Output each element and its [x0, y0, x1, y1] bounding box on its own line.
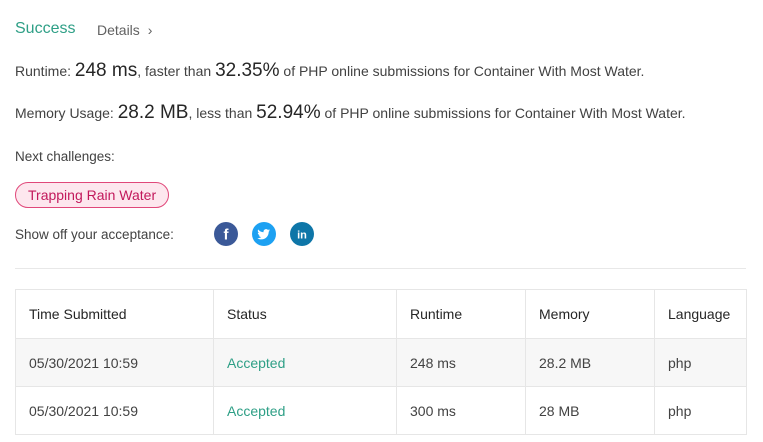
status-link[interactable]: Accepted: [227, 403, 285, 419]
memory-stat: Memory Usage: 28.2 MB, less than 52.94% …: [15, 102, 686, 124]
runtime-value: 248 ms: [74, 60, 138, 81]
runtime-stat: Runtime: 248 ms, faster than 32.35% of P…: [15, 60, 644, 82]
status-link[interactable]: Accepted: [227, 355, 285, 371]
result-status: Success: [15, 20, 76, 37]
runtime-label: Runtime:: [15, 63, 75, 79]
cell-time: 05/30/2021 10:59: [15, 338, 214, 387]
memory-percent: 52.94%: [256, 102, 321, 123]
cell-language: php: [654, 338, 747, 387]
submissions-table: Time Submitted Status Runtime Memory Lan…: [15, 289, 747, 435]
memory-suffix: of PHP online submissions for Container …: [320, 105, 686, 121]
memory-comparison: , less than: [188, 105, 257, 121]
challenge-tag-trapping-rain-water[interactable]: Trapping Rain Water: [15, 182, 170, 208]
column-header-memory[interactable]: Memory: [525, 289, 655, 339]
twitter-icon[interactable]: [252, 222, 276, 246]
cell-status[interactable]: Accepted: [213, 338, 397, 387]
column-header-runtime[interactable]: Runtime: [396, 289, 526, 339]
column-header-time[interactable]: Time Submitted: [15, 289, 214, 339]
cell-language: php: [654, 386, 747, 435]
cell-runtime: 300 ms: [396, 386, 526, 435]
cell-memory: 28.2 MB: [525, 338, 655, 387]
cell-time: 05/30/2021 10:59: [15, 386, 214, 435]
cell-status[interactable]: Accepted: [213, 386, 397, 435]
memory-label: Memory Usage:: [15, 105, 118, 121]
column-header-status[interactable]: Status: [213, 289, 397, 339]
runtime-suffix: of PHP online submissions for Container …: [279, 63, 645, 79]
runtime-percent: 32.35%: [215, 60, 280, 81]
column-header-language[interactable]: Language: [654, 289, 747, 339]
memory-value: 28.2 MB: [117, 102, 189, 123]
share-label: Show off your acceptance:: [15, 227, 174, 242]
linkedin-icon[interactable]: in: [290, 222, 314, 246]
cell-memory: 28 MB: [525, 386, 655, 435]
cell-runtime: 248 ms: [396, 338, 526, 387]
table-header-row: Time Submitted Status Runtime Memory Lan…: [15, 289, 747, 339]
next-challenges-label: Next challenges:: [15, 149, 115, 164]
runtime-comparison: , faster than: [137, 63, 216, 79]
details-link[interactable]: Details ›: [97, 22, 152, 38]
chevron-right-icon: ›: [147, 22, 153, 38]
svg-text:in: in: [297, 230, 307, 242]
svg-text:f: f: [224, 227, 230, 244]
table-row[interactable]: 05/30/2021 10:59 Accepted 300 ms 28 MB p…: [15, 386, 747, 435]
table-row[interactable]: 05/30/2021 10:59 Accepted 248 ms 28.2 MB…: [15, 338, 747, 387]
section-divider: [15, 268, 746, 269]
facebook-icon[interactable]: f: [214, 222, 238, 246]
details-label: Details: [97, 22, 140, 38]
